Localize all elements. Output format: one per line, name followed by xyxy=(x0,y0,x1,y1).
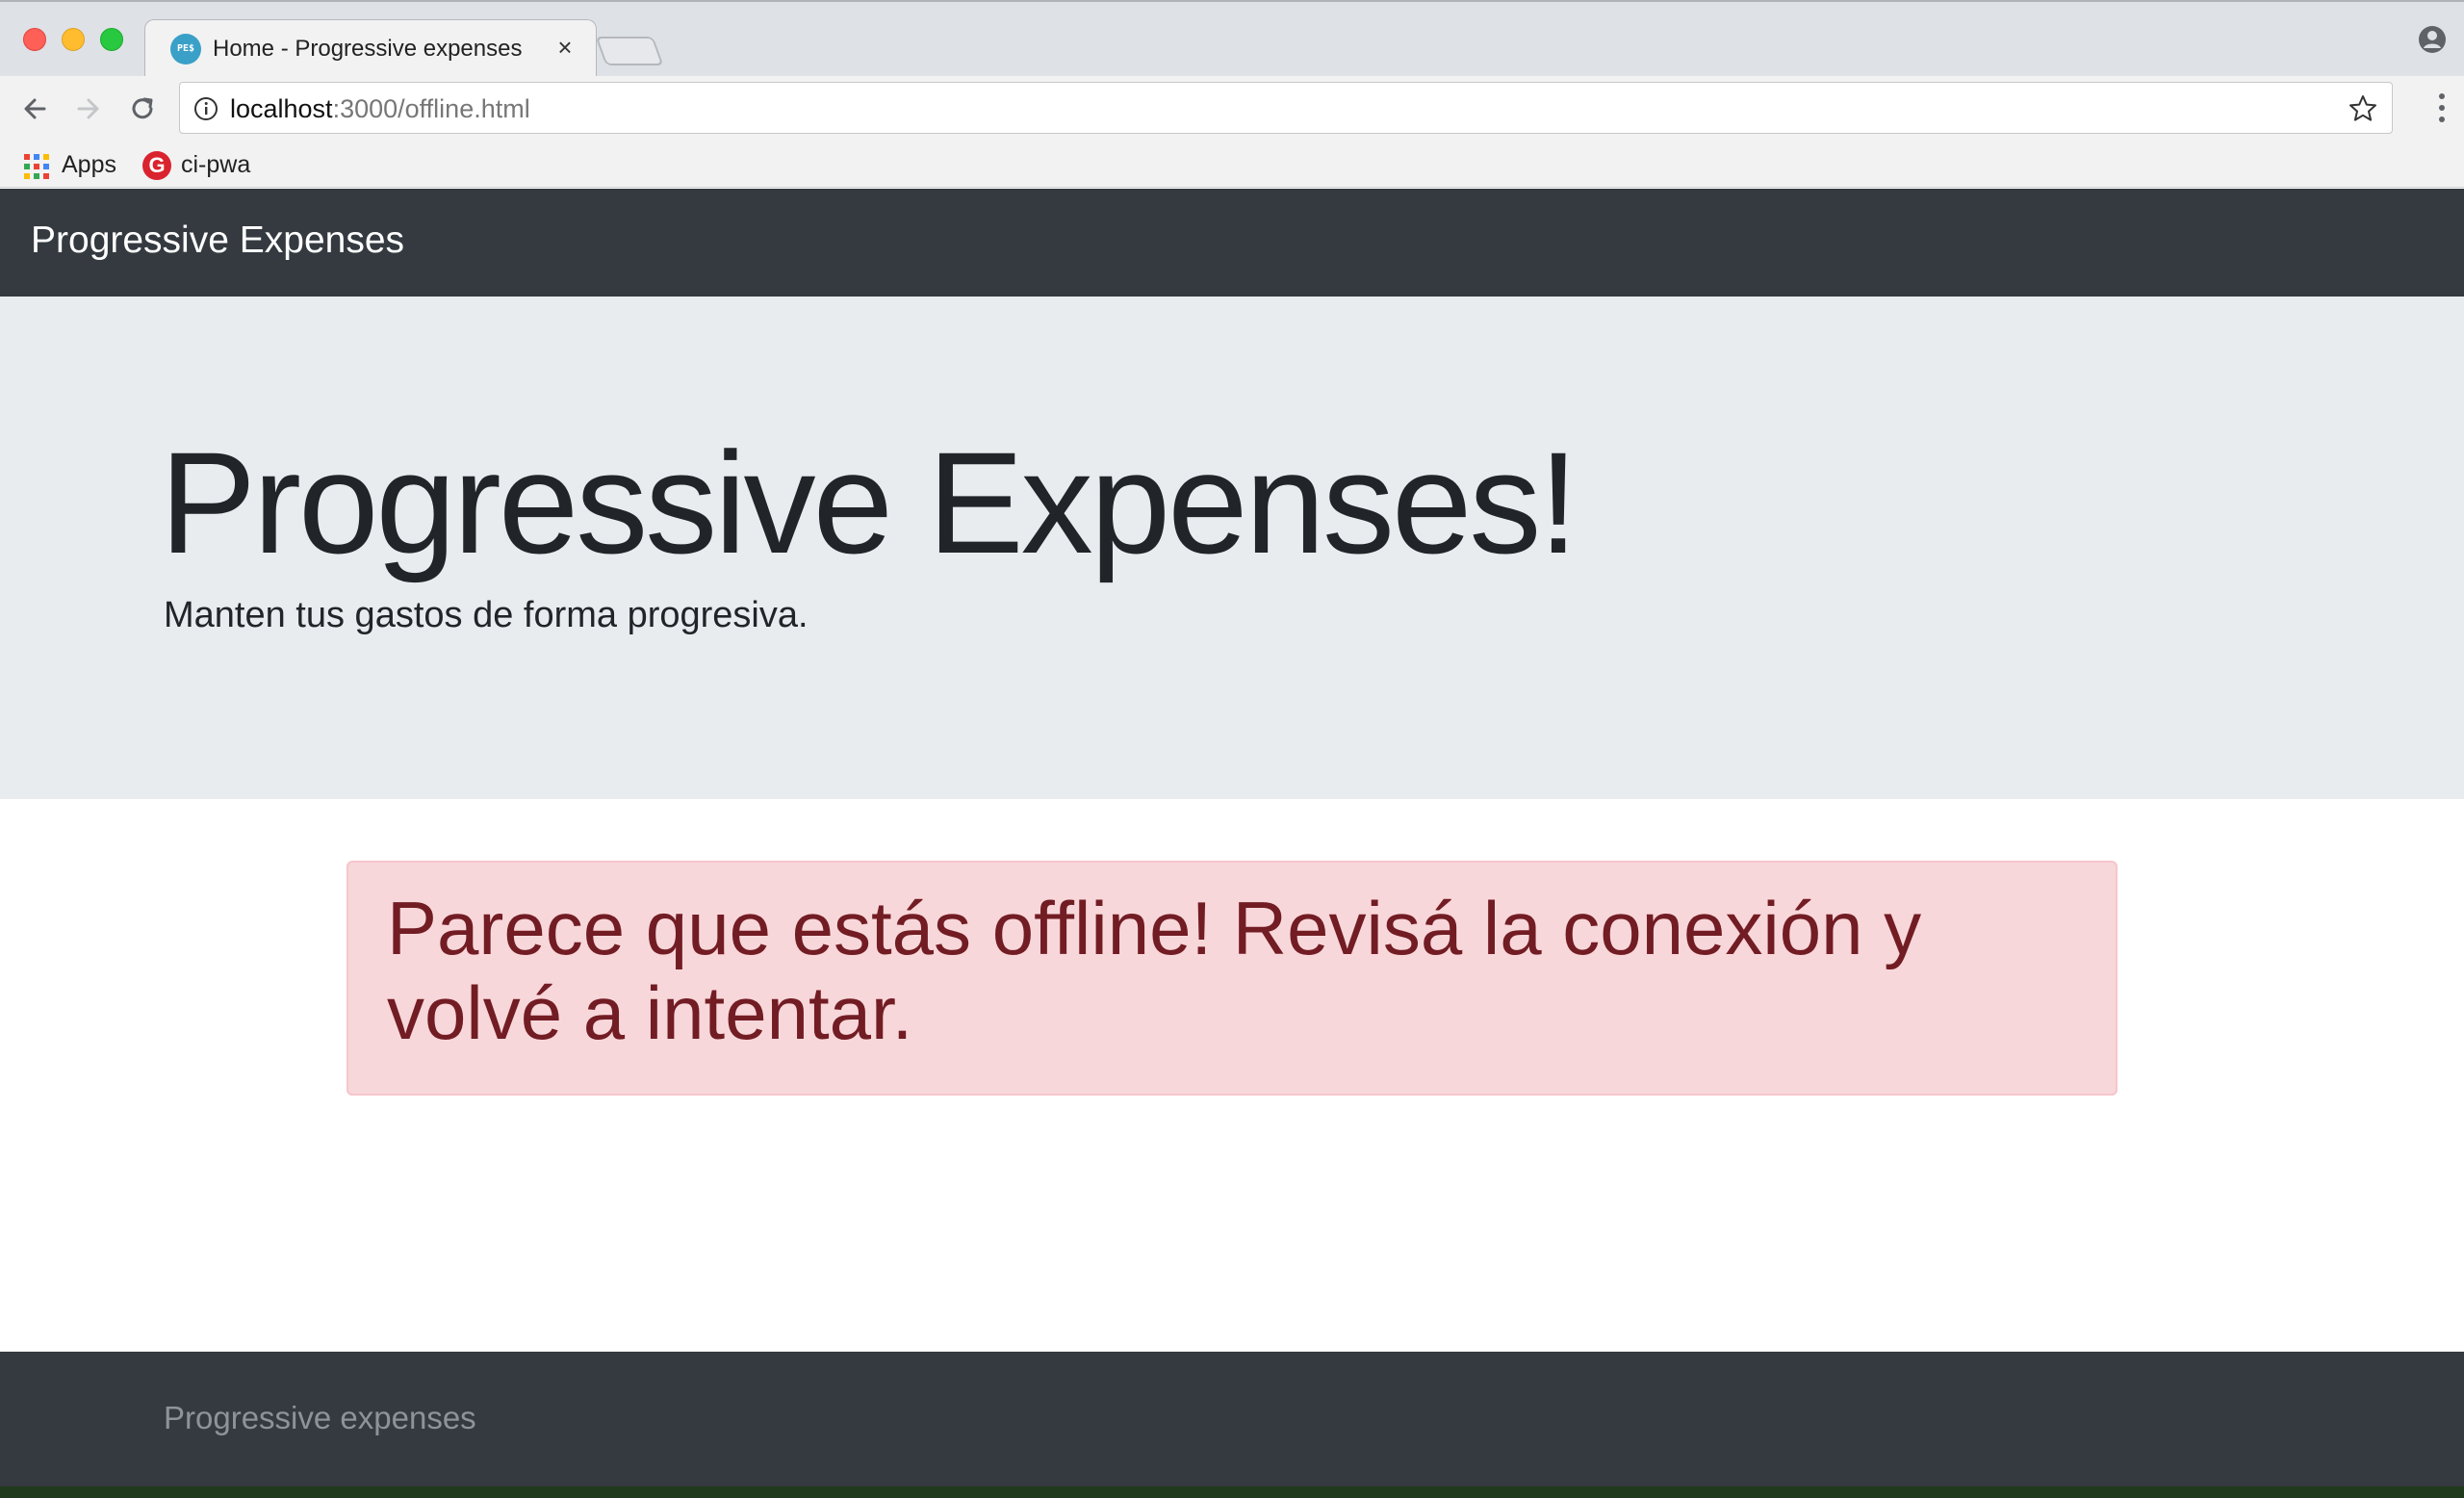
url-path: :3000/offline.html xyxy=(332,94,530,123)
bookmark-label: ci-pwa xyxy=(181,151,251,178)
footer: Progressive expenses xyxy=(0,1352,2464,1486)
alert-message: Parece que estás offline! Revisá la cone… xyxy=(387,886,1922,1055)
reload-icon[interactable] xyxy=(123,90,162,128)
forward-arrow-icon[interactable] xyxy=(69,90,108,128)
jumbotron: Progressive Expenses! Manten tus gastos … xyxy=(0,297,2464,799)
apps-grid-icon xyxy=(24,154,49,179)
tab-strip: PE$ Home - Progressive expenses × xyxy=(0,0,2464,78)
close-window-button[interactable] xyxy=(23,28,46,51)
desktop-background xyxy=(0,1486,2464,1498)
page-subtitle: Manten tus gastos de forma progresiva. xyxy=(164,595,808,635)
browser-window: PE$ Home - Progressive expenses × localh… xyxy=(0,0,2464,1498)
browser-toolbar: localhost:3000/offline.html xyxy=(0,76,2464,140)
navbar: Progressive Expenses xyxy=(0,189,2464,297)
favicon-icon: PE$ xyxy=(170,34,201,65)
page-title: Progressive Expenses! xyxy=(160,422,1578,583)
navbar-brand[interactable]: Progressive Expenses xyxy=(31,220,404,262)
zoom-window-button[interactable] xyxy=(100,28,123,51)
url-host: localhost xyxy=(230,94,333,123)
footer-text: Progressive expenses xyxy=(164,1400,476,1435)
bookmark-star-icon[interactable] xyxy=(2348,93,2378,124)
new-tab-button[interactable] xyxy=(595,37,664,65)
web-page: Progressive Expenses Progressive Expense… xyxy=(0,189,2464,1498)
bookmarks-bar: Apps G ci-pwa xyxy=(0,140,2464,188)
url-text[interactable]: localhost:3000/offline.html xyxy=(230,94,530,124)
back-arrow-icon[interactable] xyxy=(15,90,54,128)
tab-title: Home - Progressive expenses xyxy=(213,36,523,62)
minimize-window-button[interactable] xyxy=(62,28,85,51)
ci-pwa-icon: G xyxy=(142,151,171,180)
address-bar[interactable]: localhost:3000/offline.html xyxy=(179,82,2393,134)
profile-icon[interactable] xyxy=(2418,25,2447,54)
tab-home[interactable]: PE$ Home - Progressive expenses × xyxy=(144,19,597,78)
info-icon[interactable] xyxy=(193,96,218,121)
tab-close-icon[interactable]: × xyxy=(552,33,578,62)
offline-alert: Parece que estás offline! Revisá la cone… xyxy=(346,861,2118,1096)
bookmark-label: Apps xyxy=(62,151,116,178)
kebab-menu-icon[interactable] xyxy=(2437,91,2447,124)
